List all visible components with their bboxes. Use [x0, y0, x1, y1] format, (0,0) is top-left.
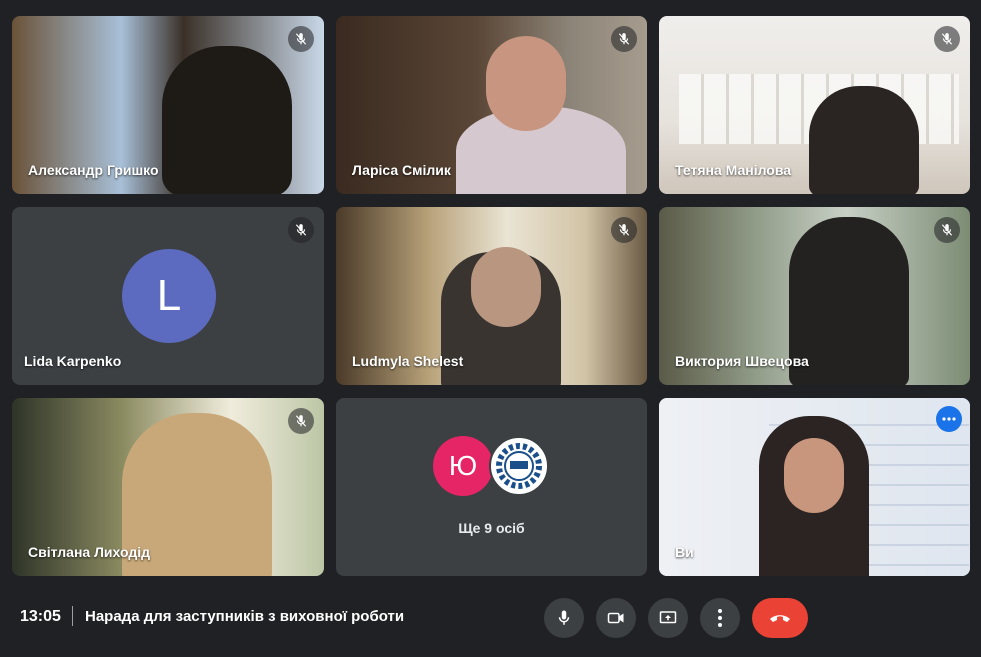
- more-options-button[interactable]: [700, 598, 740, 638]
- participant-name: Виктория Швецова: [675, 353, 809, 369]
- participant-name: Тетяна Манілова: [675, 162, 792, 178]
- participant-tile[interactable]: L Lida Karpenko: [12, 207, 324, 385]
- microphone-icon: [558, 610, 570, 625]
- participant-tile[interactable]: Ларіса Смілик: [336, 16, 647, 194]
- mic-off-icon: [611, 217, 637, 243]
- participant-tile[interactable]: Александр Гришко: [12, 16, 324, 194]
- divider: [72, 606, 73, 626]
- participant-tile[interactable]: Виктория Швецова: [659, 207, 970, 385]
- camera-button[interactable]: [596, 598, 636, 638]
- participant-name: Lida Karpenko: [24, 353, 122, 369]
- self-tile[interactable]: Ви: [659, 398, 970, 576]
- mic-off-icon: [611, 26, 637, 52]
- microphone-button[interactable]: [544, 598, 584, 638]
- participant-tile[interactable]: Ludmyla Shelest: [336, 207, 647, 385]
- participant-name: Ви: [675, 544, 694, 560]
- more-vertical-icon: [718, 609, 722, 627]
- participant-tile[interactable]: Світлана Лиходід: [12, 398, 324, 576]
- mic-off-icon: [288, 408, 314, 434]
- participant-tile[interactable]: Тетяна Манілова: [659, 16, 970, 194]
- avatar: Ю: [433, 436, 493, 496]
- participant-name: Александр Гришко: [28, 162, 159, 178]
- meeting-title: Нарада для заступників з виховної роботи: [85, 608, 405, 625]
- hangup-button[interactable]: [752, 598, 808, 638]
- participant-name: Ларіса Смілик: [352, 162, 451, 178]
- present-screen-icon: [659, 611, 677, 624]
- mic-off-icon: [288, 26, 314, 52]
- participant-name: Світлана Лиходід: [28, 544, 150, 560]
- participant-video: [809, 86, 919, 194]
- meeting-time: 13:05: [20, 608, 61, 625]
- camera-icon: [607, 612, 624, 624]
- present-button[interactable]: [648, 598, 688, 638]
- participant-video: [162, 46, 292, 194]
- others-count-label: Ще 9 осіб: [458, 520, 525, 536]
- gear-logo-icon: [489, 436, 549, 496]
- avatar: L: [122, 249, 216, 343]
- others-tile[interactable]: Ю Ще 9 осіб: [336, 398, 647, 576]
- mic-off-icon: [288, 217, 314, 243]
- mic-off-icon: [934, 26, 960, 52]
- participant-name: Ludmyla Shelest: [352, 353, 464, 369]
- mic-off-icon: [934, 217, 960, 243]
- more-options-icon[interactable]: [936, 406, 962, 432]
- hangup-phone-icon: [770, 615, 790, 622]
